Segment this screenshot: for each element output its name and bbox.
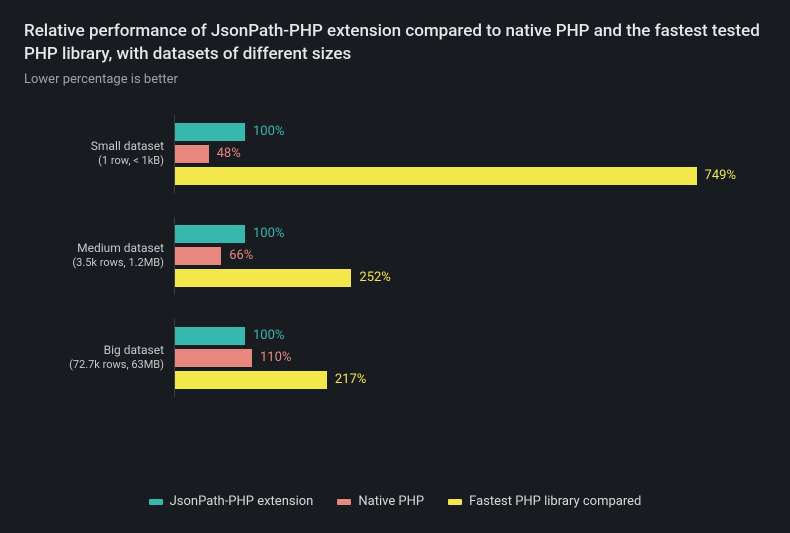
chart-group: Small dataset(1 row, < 1kB)100%48%749% xyxy=(174,115,736,193)
bars-container: 100%66% 252% xyxy=(174,217,736,295)
legend-swatch xyxy=(448,499,462,505)
bar xyxy=(175,247,221,265)
category-label: Big dataset(72.7k rows, 63MB) xyxy=(24,343,164,373)
bar xyxy=(175,269,351,287)
bar-row: 749% xyxy=(175,165,736,187)
legend-swatch xyxy=(149,499,163,505)
value-label: 66% xyxy=(229,248,253,263)
bars-container: 100% 110% 217% xyxy=(174,319,736,397)
bar xyxy=(175,349,252,367)
bar-row: 110% xyxy=(175,347,736,369)
legend-item: JsonPath-PHP extension xyxy=(149,494,314,509)
bar xyxy=(175,167,697,185)
value-label: 110% xyxy=(260,350,291,365)
legend-label: JsonPath-PHP extension xyxy=(170,494,314,509)
legend-label: Fastest PHP library compared xyxy=(469,494,641,509)
bar-row: 252% xyxy=(175,267,736,289)
chart-legend: JsonPath-PHP extension Native PHP Fastest … xyxy=(0,494,790,509)
bar xyxy=(175,371,327,389)
value-label: 48% xyxy=(217,146,241,161)
bar xyxy=(175,123,245,141)
legend-item: Native PHP xyxy=(337,494,424,509)
chart-plot-area: Small dataset(1 row, < 1kB) 100% 48% 749% Me… xyxy=(24,115,766,397)
bar xyxy=(175,327,245,345)
bar-row: 100% xyxy=(175,223,736,245)
chart-subtitle: Lower percentage is better xyxy=(24,72,766,87)
value-label: 749% xyxy=(705,168,736,183)
value-label: 100% xyxy=(253,124,284,139)
legend-item: Fastest PHP library compared xyxy=(448,494,641,509)
value-label: 217% xyxy=(335,372,366,387)
value-label: 100% xyxy=(253,226,284,241)
legend-swatch xyxy=(337,499,351,505)
chart-group: Medium dataset(3.5k rows, 1.2MB)100%66%2… xyxy=(174,217,736,295)
legend-label: Native PHP xyxy=(358,494,424,509)
category-label: Small dataset(1 row, < 1kB) xyxy=(24,139,164,169)
bar xyxy=(175,225,245,243)
chart-title: Relative performance of JsonPath-PHP ext… xyxy=(24,20,766,66)
bars-container: 100% 48% 749% xyxy=(174,115,736,193)
value-label: 100% xyxy=(253,328,284,343)
bar-row: 100% xyxy=(175,325,736,347)
bar-row: 66% xyxy=(175,245,736,267)
bar xyxy=(175,145,209,163)
bar-row: 100% xyxy=(175,121,736,143)
chart-group: Big dataset(72.7k rows, 63MB)100%110%217… xyxy=(174,319,736,397)
value-label: 252% xyxy=(359,270,390,285)
bar-row: 217% xyxy=(175,369,736,391)
bar-row: 48% xyxy=(175,143,736,165)
category-label: Medium dataset(3.5k rows, 1.2MB) xyxy=(24,241,164,271)
